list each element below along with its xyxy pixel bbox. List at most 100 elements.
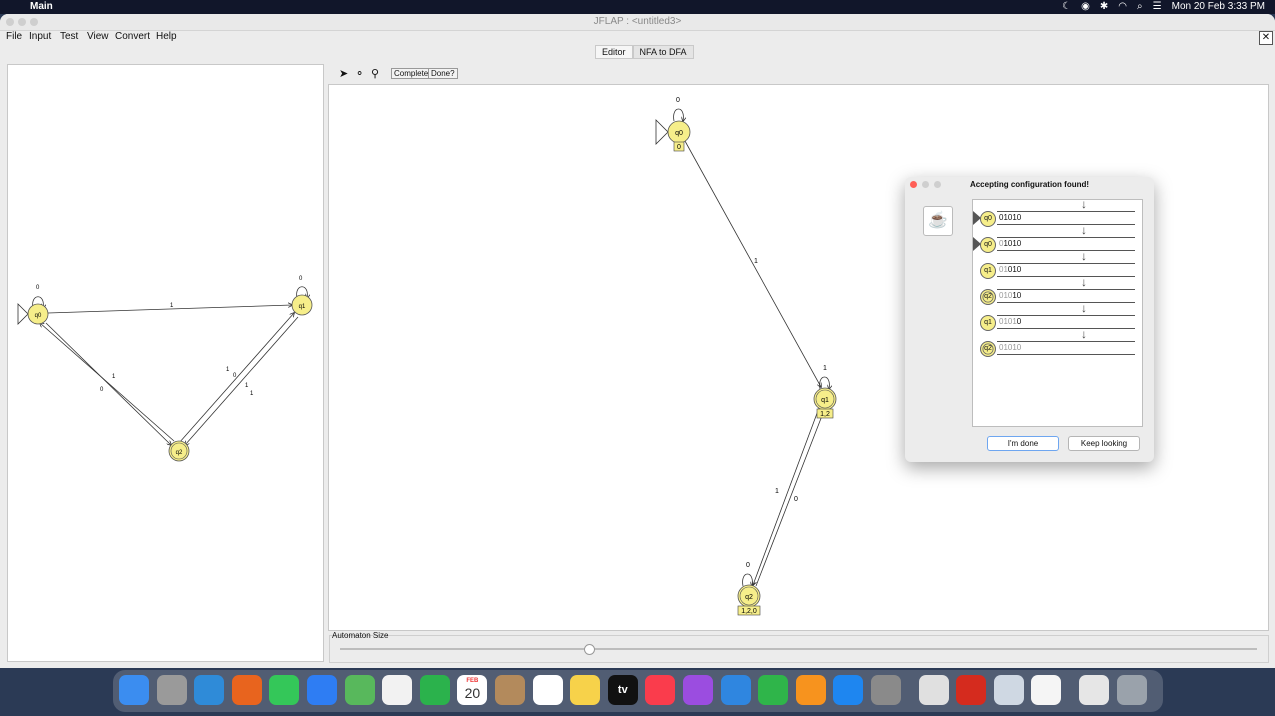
dfa-edge-label-q2-q1: 0	[794, 496, 798, 503]
config-state: q2	[980, 341, 996, 357]
keep-looking-button[interactable]: Keep looking	[1068, 436, 1140, 451]
config-row: ↓ q2 01010	[973, 275, 1135, 305]
wifi-icon[interactable]: ◠	[1118, 1, 1127, 12]
nfa-edge-q0-q2[interactable]	[45, 322, 171, 445]
down-arrow-icon: ↓	[1081, 327, 1087, 341]
config-row: ↓ q1 01010	[973, 249, 1135, 279]
firefox-icon[interactable]	[231, 675, 262, 705]
maps-icon[interactable]	[344, 675, 375, 705]
menu-file[interactable]: File	[6, 31, 22, 42]
config-row: ↓ q0 01010	[973, 223, 1135, 253]
configuration-trace[interactable]: ↓ q0 01010 ↓ q0 01010 ↓ q1 01010 ↓ q2 01010 ↓ q1 01010…	[972, 197, 1143, 427]
down-arrow-icon: ↓	[1081, 275, 1087, 289]
numbers-icon[interactable]	[758, 675, 789, 705]
calendar-icon[interactable]: FEB 20	[457, 675, 488, 705]
remaining-input: 01010	[999, 213, 1022, 222]
nfa-state-label-q0: q0	[35, 313, 42, 319]
mail-icon[interactable]	[307, 675, 337, 705]
config-row: ↓ q1 01010	[973, 301, 1135, 331]
chrome-icon[interactable]	[918, 675, 949, 705]
accepting-config-dialog: Accepting configuration found! ☕ ↓ q0 0101…	[905, 177, 1154, 462]
done-button[interactable]: Done?	[428, 68, 458, 79]
reminders-icon[interactable]	[532, 675, 563, 705]
settings-icon[interactable]	[871, 675, 901, 705]
messages-icon[interactable]	[269, 675, 300, 705]
config-tape: 01010	[997, 263, 1135, 277]
app-name[interactable]: Main	[30, 1, 53, 12]
podcasts-icon[interactable]	[683, 675, 713, 705]
keynote-icon[interactable]	[720, 675, 751, 705]
dfa-state-tag-label-q1: 1,2	[820, 411, 830, 418]
tab-bar: Editor NFA to DFA	[595, 45, 694, 59]
dfa-loop-q2[interactable]	[742, 573, 753, 586]
config-tape: 01010	[997, 237, 1135, 251]
nfa-panel[interactable]: 1 1 0 1 0 1 1 0 0 q0 q1 q2	[7, 64, 324, 662]
dfa-toolbar: ➤ ⚬ ⚲ Complete Done?	[329, 64, 1267, 84]
safari-icon[interactable]	[194, 675, 225, 705]
nfa-edge-label-q1-q2-b: 1	[250, 391, 254, 397]
status-area: ☾ ◉ ✱ ◠ ⌕ ☰ Mon 20 Feb 3:33 PM	[1062, 1, 1265, 12]
dfa-state-label-q0: q0	[675, 130, 683, 137]
dfa-loop-q0[interactable]	[673, 108, 684, 121]
tab-nfa-to-dfa[interactable]: NFA to DFA	[632, 45, 694, 59]
menu-convert[interactable]: Convert	[115, 31, 150, 42]
pages-icon[interactable]	[795, 675, 826, 705]
menu-test[interactable]: Test	[60, 31, 78, 42]
appstore-icon[interactable]	[833, 675, 864, 705]
appletv-icon[interactable]: tv	[607, 675, 638, 705]
dfa-loop-q1[interactable]	[819, 376, 830, 389]
close-editor-button[interactable]: ✕	[1259, 31, 1273, 45]
control-icon[interactable]: ◉	[1081, 1, 1090, 12]
notes-icon[interactable]	[570, 675, 601, 705]
nfa-edge-q2-q0[interactable]	[40, 323, 175, 442]
launchpad-icon[interactable]	[156, 675, 187, 705]
contacts-icon[interactable]	[495, 675, 525, 705]
config-tape: 01010	[997, 289, 1135, 303]
automaton-size-slider-knob[interactable]	[583, 644, 595, 655]
nfa-edge-label-q1-q2: 1	[245, 383, 249, 389]
nfa-edge-q1-q2[interactable]	[185, 316, 299, 445]
nfa-start-arrow	[17, 303, 29, 325]
dfa-edge-q0-q1[interactable]	[684, 140, 821, 387]
nfa-state-label-q2: q2	[176, 450, 183, 456]
complete-button[interactable]: Complete	[391, 68, 432, 79]
automaton-size-slider[interactable]	[340, 648, 1257, 650]
menu-input[interactable]: Input	[29, 31, 51, 42]
spotlight-search-icon[interactable]: ⌕	[1137, 1, 1143, 12]
dfa-edge-q2-q1[interactable]	[755, 408, 825, 587]
finder-icon[interactable]	[119, 675, 149, 705]
focus-moon-icon[interactable]: ☾	[1062, 1, 1071, 12]
bluetooth-icon[interactable]: ✱	[1100, 1, 1108, 12]
control-center-icon[interactable]: ☰	[1153, 1, 1162, 12]
tab-editor[interactable]: Editor	[595, 45, 633, 59]
menu-help[interactable]: Help	[156, 31, 177, 42]
facetime-icon[interactable]	[419, 675, 450, 705]
im-done-button[interactable]: I'm done	[987, 436, 1059, 451]
automaton-size-label: Automaton Size	[332, 631, 389, 640]
nfa-diagram[interactable]: 1 1 0 1 0 1 1 0 0 q0 q1 q2	[8, 65, 323, 661]
app-menubar: File Input Test View Convert Help ✕	[0, 30, 1275, 45]
remaining-input: 10	[1012, 291, 1022, 300]
state-expander-tool-icon[interactable]: ⚲	[371, 67, 379, 80]
menu-view[interactable]: View	[87, 31, 109, 42]
nfa-edge-q2-q1[interactable]	[178, 313, 294, 444]
acrobat-icon[interactable]	[956, 675, 987, 705]
music-icon[interactable]	[645, 675, 676, 705]
config-row: ↓ q2 01010	[973, 327, 1135, 357]
preview-icon[interactable]	[993, 675, 1024, 705]
dfa-edge-q1-q2[interactable]	[753, 407, 820, 585]
config-row: ↓ q0 01010	[973, 197, 1135, 227]
dfa-state-tag-label-q0: 0	[677, 144, 681, 151]
java-cup-icon: ☕	[923, 206, 953, 236]
nfa-edge-label-q2-q1-a: 1	[226, 367, 230, 373]
down-arrow-icon: ↓	[1081, 249, 1087, 263]
photos-icon[interactable]	[382, 675, 413, 705]
trash-icon[interactable]	[1116, 675, 1147, 705]
pointer-tool-icon[interactable]: ➤	[339, 67, 348, 80]
clock[interactable]: Mon 20 Feb 3:33 PM	[1172, 1, 1265, 12]
java-icon[interactable]	[1031, 675, 1062, 705]
nfa-loop-label-q0: 0	[36, 285, 40, 291]
expand-state-tool-icon[interactable]: ⚬	[355, 67, 364, 80]
consumed-input: 0101	[999, 317, 1017, 326]
documents-icon[interactable]	[1079, 675, 1109, 705]
